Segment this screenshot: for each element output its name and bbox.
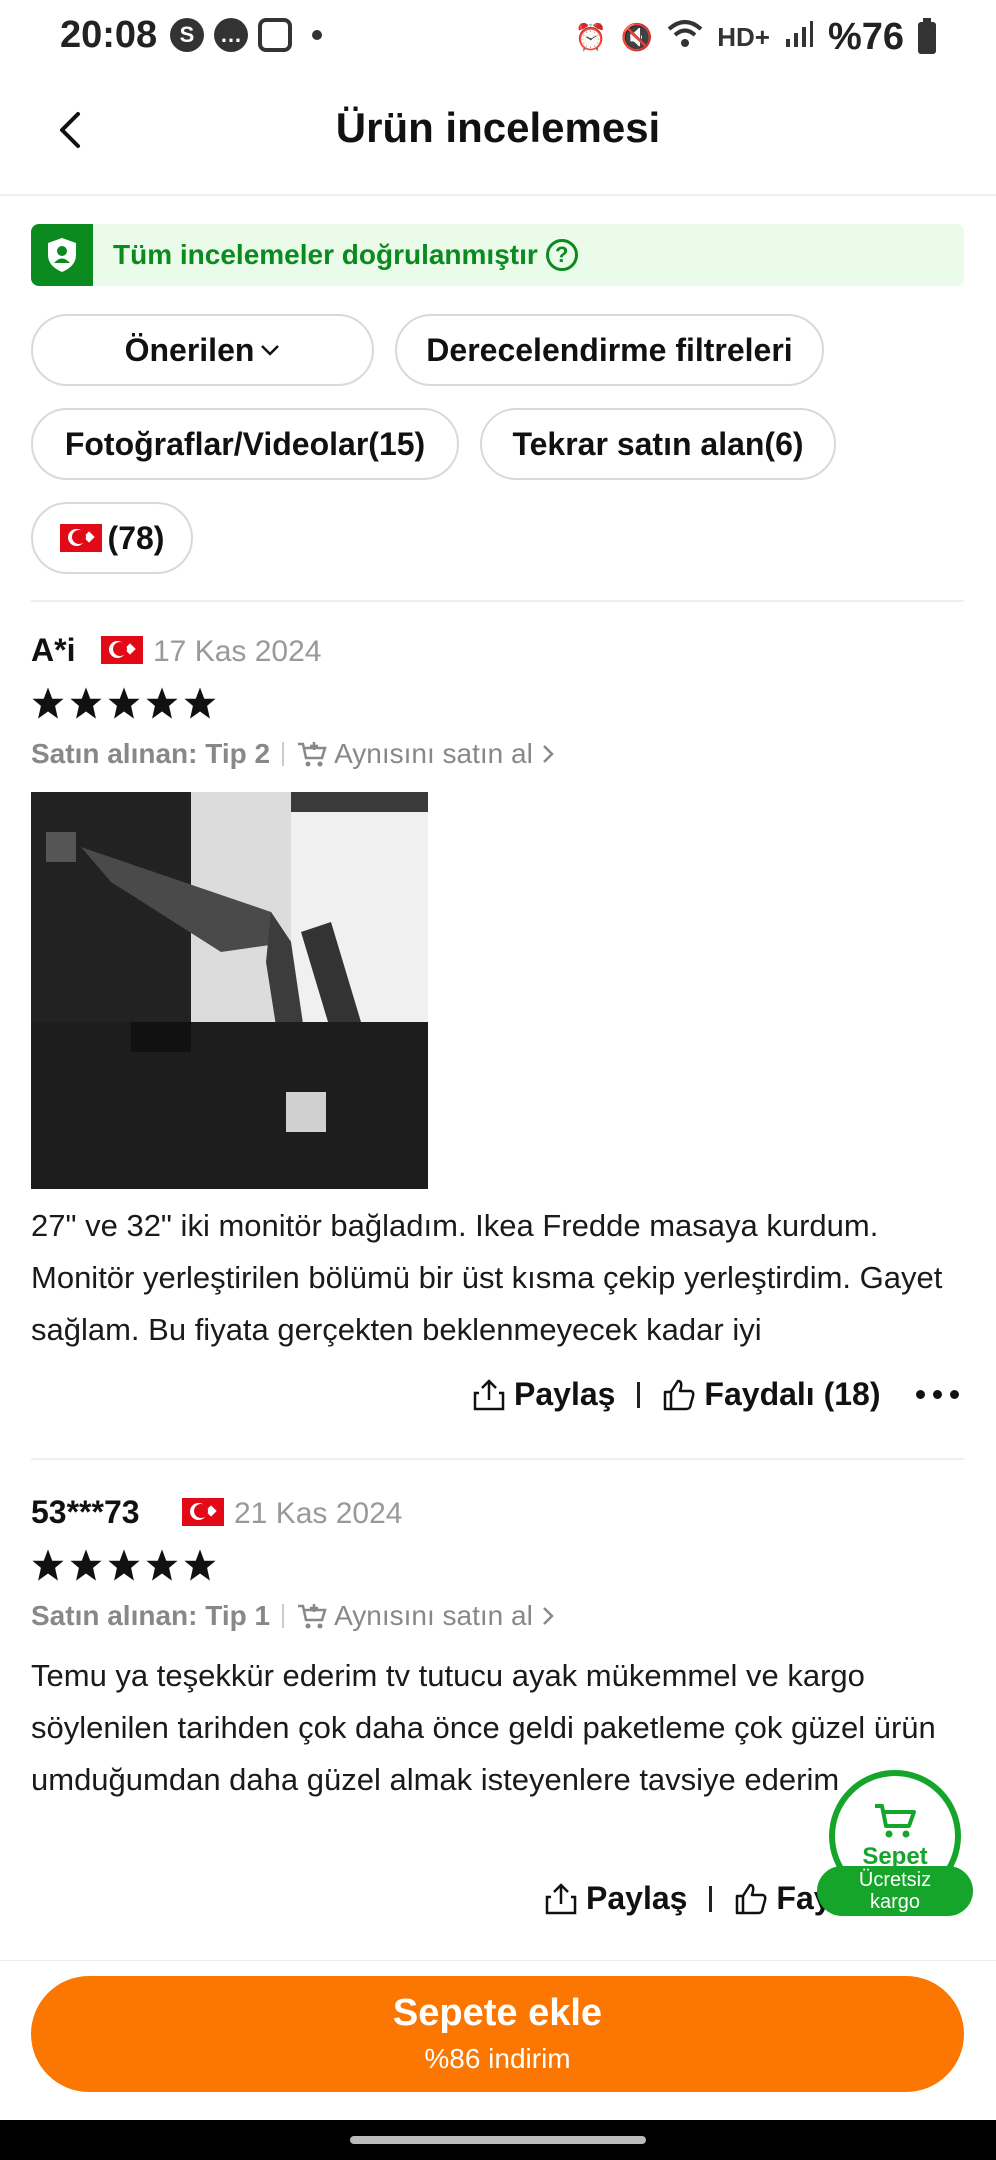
turkey-flag-icon [182, 1498, 224, 1526]
add-to-cart-label: Sepete ekle [392, 1992, 603, 2034]
free-shipping-line2: kargo [869, 1891, 921, 1913]
floating-cart-button[interactable]: Sepet Ücretsiz kargo [817, 1770, 973, 1920]
buy-same-label: Aynısını satın al [334, 1600, 533, 1631]
photos-filter-label: Fotoğraflar/Videolar(15) [64, 425, 426, 462]
skype-icon: S [170, 18, 204, 52]
turkey-flag-icon [101, 636, 143, 664]
share-button[interactable]: Paylaş [544, 1880, 687, 1917]
photos-filter-chip[interactable]: Fotoğraflar/Videolar(15) [31, 408, 459, 480]
star-icon [184, 687, 216, 719]
review-date: 21 Kas 2024 [234, 1497, 403, 1530]
repurchased-filter-label: Tekrar satın alan(6) [512, 425, 804, 462]
wifi-icon [667, 19, 703, 56]
purchased-variant-row: Satın alınan: Tip 1 Aynısını satın al [31, 1600, 555, 1632]
verified-text: Tüm incelemeler doğrulanmıştır [113, 239, 538, 270]
cart-icon [875, 1804, 916, 1838]
sort-chip-label: Önerilen [124, 331, 255, 368]
more-notifications-icon [312, 30, 322, 40]
cart-add-icon [298, 742, 327, 767]
reviewer-name: 53***73 [31, 1494, 140, 1530]
star-rating [31, 1548, 217, 1582]
star-icon [146, 687, 178, 719]
cart-add-icon [298, 1604, 327, 1629]
status-bar: 20:08 S … ⏰ 🔇 HD+ %76 [0, 0, 996, 76]
star-icon [32, 687, 64, 719]
share-label: Paylaş [586, 1880, 688, 1916]
status-time: 20:08 [60, 14, 158, 56]
star-icon [184, 1549, 216, 1581]
free-shipping-line1: Ücretsiz [858, 1869, 932, 1891]
signal-icon [784, 19, 814, 56]
mute-icon: 🔇 [620, 22, 654, 52]
purchased-variant: Satın alınan: Tip 2 [31, 738, 271, 769]
divider [31, 1458, 964, 1460]
buy-same-link[interactable]: Aynısını satın al [296, 1600, 555, 1632]
instagram-icon [258, 18, 292, 52]
share-button[interactable]: Paylaş [472, 1376, 615, 1413]
review-text: 27" ve 32" iki monitör bağladım. Ikea Fr… [31, 1208, 943, 1347]
alarm-icon: ⏰ [574, 22, 607, 52]
star-icon [146, 1549, 178, 1581]
helpful-label: Faydalı (18) [704, 1376, 881, 1412]
turkey-flag-icon [59, 524, 102, 552]
review-actions: Paylaş Faydalı (18) [472, 1376, 960, 1413]
add-to-cart-button[interactable]: Sepete ekle %86 indirim [31, 1976, 964, 2092]
help-icon[interactable]: ? [545, 239, 578, 271]
notification-icons: S … [170, 18, 322, 52]
verified-banner[interactable]: Tüm incelemeler doğrulanmıştır ? [31, 224, 964, 286]
chevron-right-icon [542, 745, 554, 763]
discount-label: %86 indirim [424, 2043, 571, 2074]
page-title: Ürün incelemesi [335, 104, 661, 151]
country-filter-chip[interactable]: (78) [31, 502, 193, 574]
rating-filter-chip[interactable]: Derecelendirme filtreleri [395, 314, 824, 386]
battery-level: %76 [827, 16, 904, 58]
purchased-variant-row: Satın alınan: Tip 2 Aynısını satın al [31, 738, 555, 770]
repurchased-filter-chip[interactable]: Tekrar satın alan(6) [480, 408, 836, 480]
system-nav-bar [0, 2120, 996, 2160]
share-icon [545, 1882, 577, 1914]
star-icon [108, 687, 140, 719]
review-photo[interactable] [31, 792, 428, 1189]
share-label: Paylaş [514, 1376, 616, 1412]
star-rating [31, 686, 217, 720]
purchased-variant: Satın alınan: Tip 1 [31, 1600, 271, 1631]
thumbs-up-icon [736, 1883, 767, 1914]
star-icon [70, 687, 102, 719]
review-date: 17 Kas 2024 [153, 635, 322, 668]
star-icon [108, 1549, 140, 1581]
chevron-down-icon [261, 345, 280, 356]
more-options-button[interactable] [916, 1390, 960, 1399]
rating-filter-label: Derecelendirme filtreleri [426, 331, 793, 368]
sort-chip[interactable]: Önerilen [31, 314, 374, 386]
page-header: Ürün incelemesi [0, 76, 996, 196]
free-shipping-badge: Ücretsiz kargo [817, 1866, 973, 1916]
network-type: HD+ [717, 22, 770, 52]
star-icon [70, 1549, 102, 1581]
bottom-bar: Sepete ekle %86 indirim [0, 1960, 996, 2120]
star-icon [32, 1549, 64, 1581]
buy-same-link[interactable]: Aynısını satın al [296, 738, 555, 770]
country-filter-count: (78) [107, 519, 165, 556]
thumbs-up-icon [664, 1379, 695, 1410]
divider [31, 600, 964, 602]
shield-icon [31, 224, 93, 286]
buy-same-label: Aynısını satın al [334, 738, 533, 769]
chat-icon: … [214, 18, 248, 52]
chevron-right-icon [542, 1607, 554, 1625]
reviewer-name: A*i [31, 632, 76, 668]
home-gesture-handle[interactable] [350, 2136, 646, 2144]
helpful-button[interactable]: Faydalı (18) [662, 1376, 880, 1413]
system-icons: ⏰ 🔇 HD+ %76 [574, 16, 936, 59]
share-icon [473, 1378, 505, 1410]
battery-icon [918, 17, 936, 54]
